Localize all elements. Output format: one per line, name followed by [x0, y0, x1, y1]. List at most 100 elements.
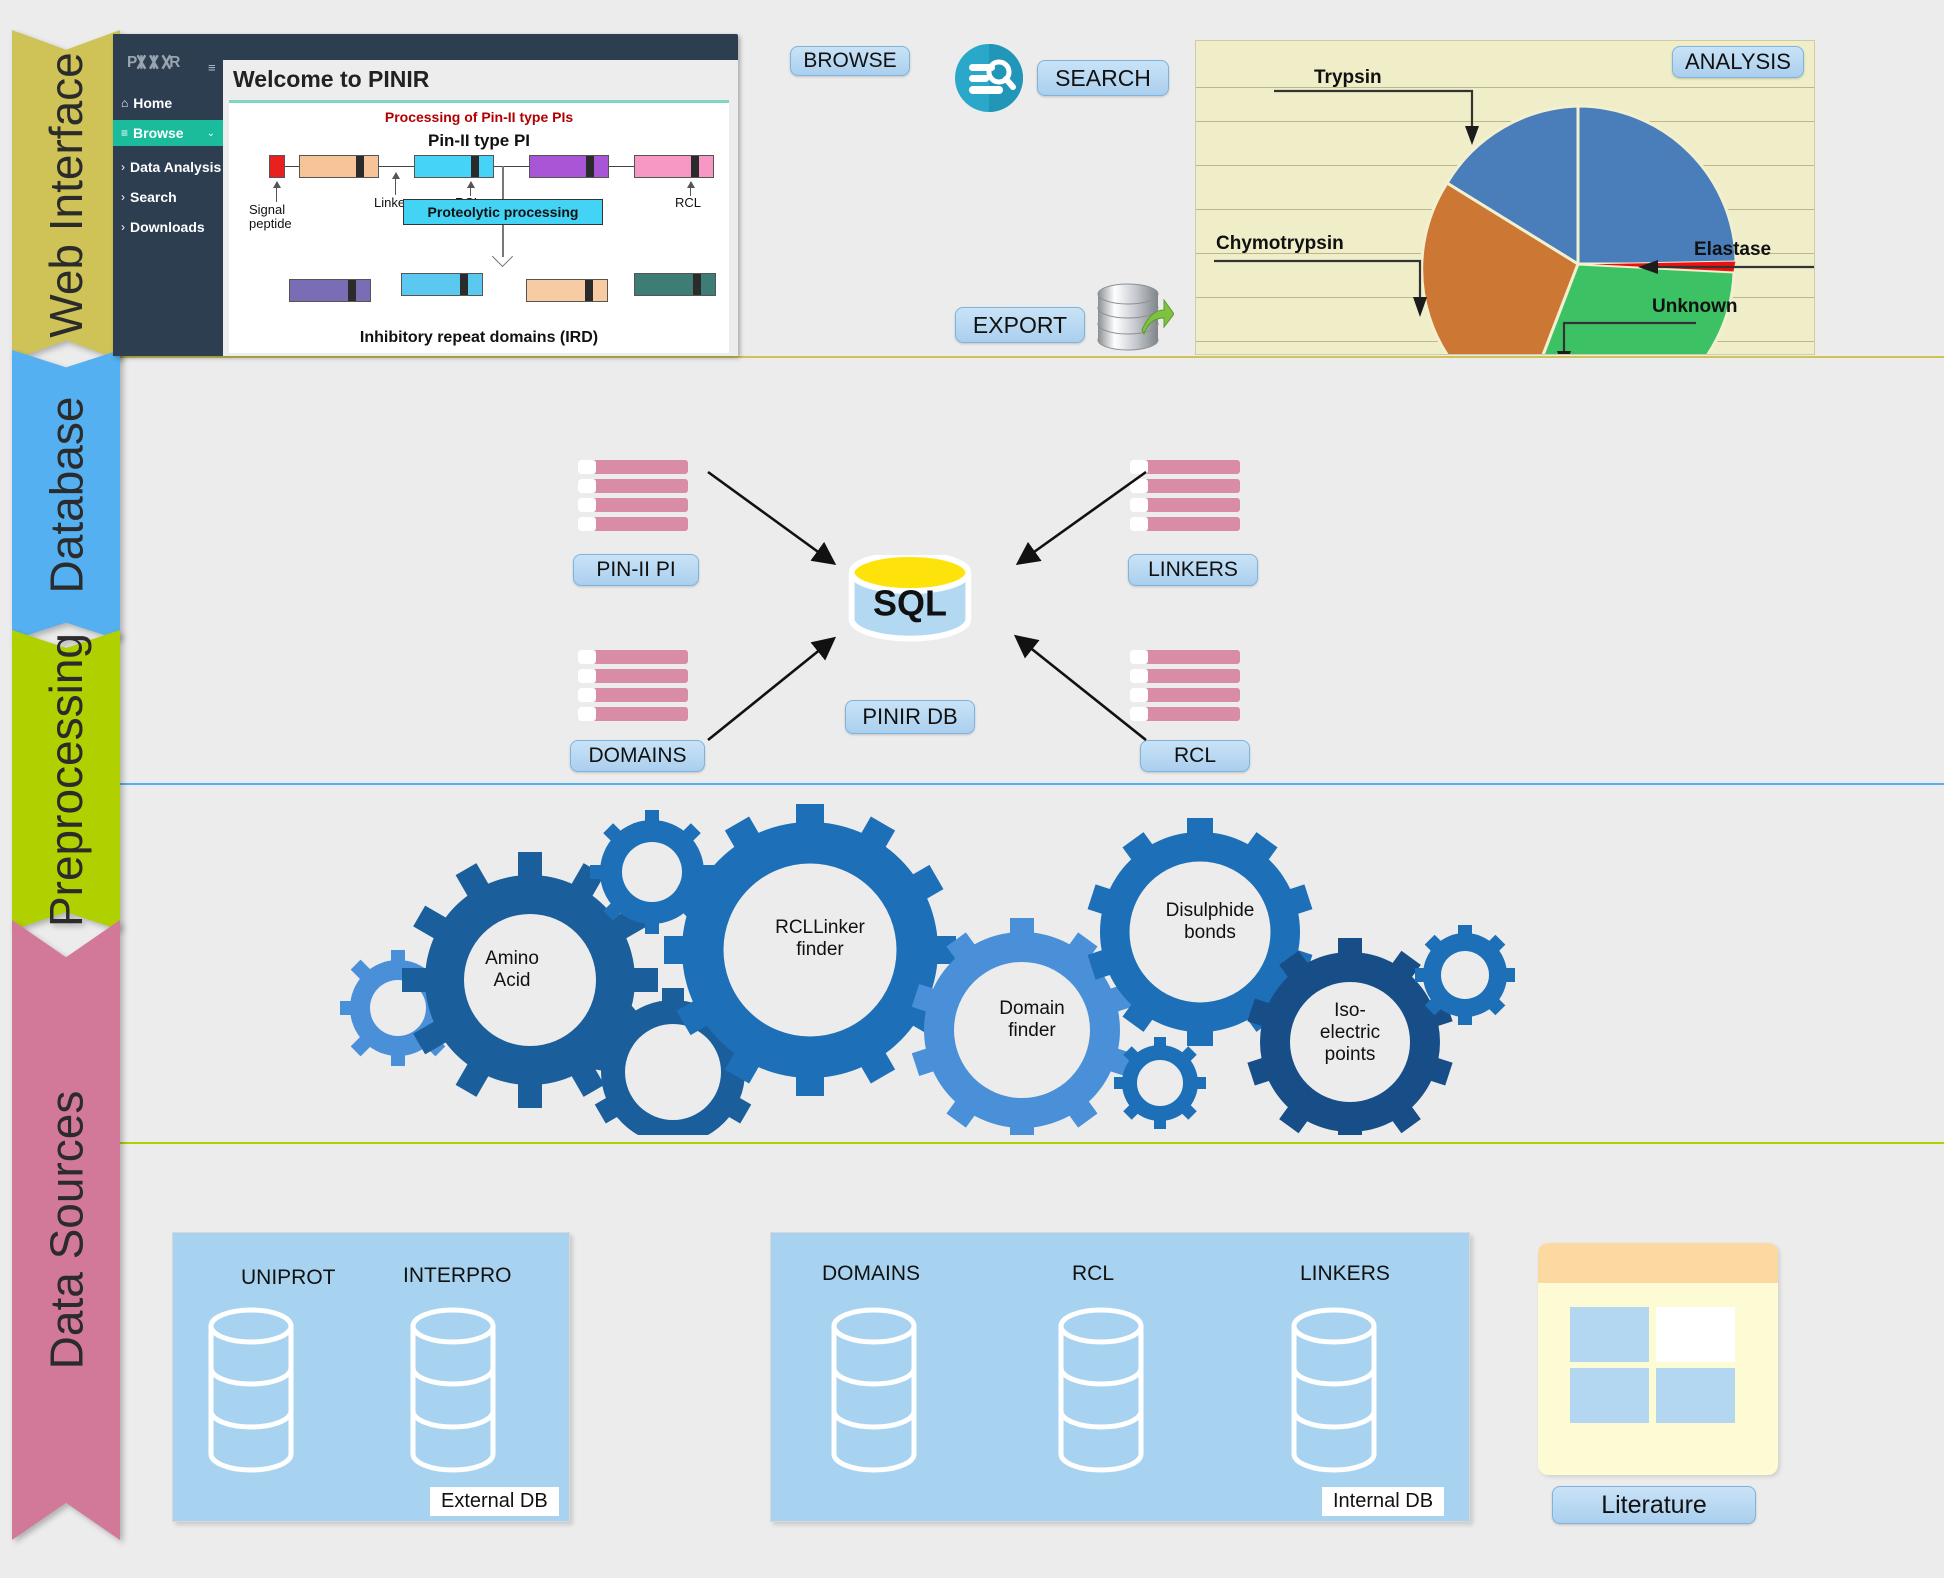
figure-caption: Processing of Pin-II type PIs	[384, 109, 574, 125]
gear-label-domain-finder: Domain finder	[999, 998, 1065, 1041]
browse-button[interactable]: BROWSE	[790, 46, 910, 76]
rcl-marker	[585, 280, 593, 301]
svg-text:P: P	[127, 54, 137, 71]
sidebar-item-data-analysis[interactable]: › Data Analysis	[113, 154, 223, 180]
search-button[interactable]: SEARCH	[1037, 60, 1169, 96]
rcl-marker	[356, 156, 364, 177]
literature-card	[1538, 1243, 1778, 1475]
db-label-interpro: INTERPRO	[403, 1264, 512, 1287]
ird-purple	[289, 279, 371, 302]
sidebar-item-data-analysis-label: Data Analysis	[130, 159, 222, 175]
chevron-right-icon: ›	[121, 220, 125, 234]
rcl-marker	[471, 156, 479, 177]
tier-preprocessing: Preprocessing	[12, 630, 120, 930]
hamburger-icon: ≡	[121, 126, 129, 140]
signal-peptide-block	[269, 155, 285, 178]
rcl-marker	[693, 274, 701, 295]
tier-database: Database	[12, 350, 120, 640]
db-cylinder-uniprot	[208, 1307, 294, 1473]
domain-purple	[529, 155, 609, 178]
rcl-left-pointer	[465, 181, 477, 196]
gear-label-amino-acid: Amino Acid	[485, 948, 539, 991]
chevron-right-icon: ›	[121, 160, 125, 174]
db-cylinder-rcl	[1058, 1307, 1144, 1473]
sidebar-item-downloads[interactable]: › Downloads	[113, 214, 223, 240]
tier-web-interface: Web Interface	[12, 30, 120, 360]
annotation-rcl-right: RCL	[675, 195, 702, 210]
pinir-logo: P R	[127, 54, 180, 71]
rcl-marker	[691, 156, 699, 177]
sql-database-cylinder: SQL	[848, 555, 972, 642]
pie-label-unknown: Unknown	[1652, 296, 1738, 317]
sidebar-item-browse-label: Browse	[133, 125, 184, 141]
db-cylinder-interpro	[410, 1307, 496, 1473]
db-label-rcl: RCL	[1072, 1262, 1115, 1285]
literature-cell	[1656, 1368, 1735, 1423]
browser-content-area: Welcome to PINIR Processing of Pin-II ty…	[223, 60, 738, 356]
page-title: Welcome to PINIR	[233, 66, 430, 92]
ird-cyan	[401, 273, 483, 296]
db-label-uniprot: UNIPROT	[241, 1266, 336, 1289]
pie-label-elastase: Elastase	[1694, 239, 1772, 260]
pie-label-trypsin: Trypsin	[1314, 67, 1382, 88]
analysis-panel: Trypsin Chymotrypsin Elastase Unknown	[1195, 40, 1815, 355]
analysis-badge[interactable]: ANALYSIS	[1672, 46, 1804, 78]
domain-cyan	[414, 155, 494, 178]
chevron-right-icon: ›	[121, 190, 125, 204]
tier-data-sources: Data Sources	[12, 920, 120, 1540]
hamburger-icon[interactable]: ≡	[208, 60, 216, 75]
pinir-db-caption[interactable]: PINIR DB	[845, 700, 975, 734]
svg-text:R: R	[169, 54, 180, 71]
figure-footer: Inhibitory repeat domains (IRD)	[359, 329, 599, 346]
sidebar-item-search-label: Search	[130, 189, 177, 205]
sidebar-item-home[interactable]: ⌂ Home	[113, 90, 223, 116]
rcl-right-pointer	[685, 181, 697, 196]
literature-label[interactable]: Literature	[1552, 1486, 1756, 1524]
db-cylinder-domains	[831, 1307, 917, 1473]
figure-card: Processing of Pin-II type PIs Pin-II typ…	[229, 100, 729, 353]
rcl-marker	[348, 280, 356, 301]
export-button[interactable]: EXPORT	[955, 307, 1085, 343]
svg-text:SQL: SQL	[873, 582, 947, 623]
literature-cell-empty	[1656, 1307, 1735, 1362]
domain-orange	[299, 155, 379, 178]
sidebar-item-search[interactable]: › Search	[113, 184, 223, 210]
sidebar-item-home-label: Home	[133, 95, 173, 111]
rcl-marker	[460, 274, 468, 295]
chevron-down-icon: ⌄	[206, 127, 215, 139]
signal-peptide-pointer	[271, 181, 283, 202]
db-label-domains: DOMAINS	[822, 1262, 921, 1285]
linker-pointer	[390, 172, 402, 195]
tier-preprocessing-label: Preprocessing	[40, 632, 93, 928]
pie-label-chymotrypsin: Chymotrypsin	[1216, 233, 1344, 254]
domain-pink	[634, 155, 714, 178]
external-db-tag: External DB	[430, 1487, 559, 1516]
tier-web-interface-label: Web Interface	[40, 52, 92, 338]
literature-cell	[1570, 1368, 1649, 1423]
internal-db-tag: Internal DB	[1322, 1487, 1445, 1516]
figure-subtitle: Pin-II type PI	[427, 131, 531, 150]
db-label-linkers: LINKERS	[1300, 1262, 1390, 1285]
annotation-signal-peptide: Signal peptide	[249, 202, 292, 231]
separator-web-database	[113, 356, 1944, 358]
home-icon: ⌂	[121, 96, 129, 110]
sidebar-item-downloads-label: Downloads	[130, 219, 205, 235]
gear-label-rcllinker-finder: RCLLinker finder	[775, 917, 865, 960]
rcl-marker	[586, 156, 594, 177]
database-export-icon[interactable]	[1090, 280, 1175, 352]
ird-teal	[634, 273, 716, 296]
ird-orange	[526, 279, 608, 302]
gear-decorative-5	[1415, 925, 1515, 1025]
separator-database-preprocessing	[105, 783, 1944, 785]
gear-decorative-4	[1114, 1037, 1206, 1129]
separator-preprocessing-datasources	[105, 1142, 1944, 1144]
tier-database-label: Database	[40, 396, 93, 594]
literature-cell	[1570, 1307, 1649, 1362]
process-stem	[502, 166, 504, 199]
literature-card-header	[1538, 1243, 1778, 1283]
tier-data-sources-label: Data Sources	[40, 1090, 93, 1370]
gear-label-disulphide-bonds: Disulphide bonds	[1165, 900, 1255, 943]
web-interface-browser-mock: P R ≡ ⌂ Home ≡ Browse ⌄ › Data Analysis …	[113, 34, 738, 356]
sidebar-item-browse[interactable]: ≡ Browse ⌄	[113, 120, 223, 146]
database-search-icon[interactable]	[955, 44, 1023, 112]
